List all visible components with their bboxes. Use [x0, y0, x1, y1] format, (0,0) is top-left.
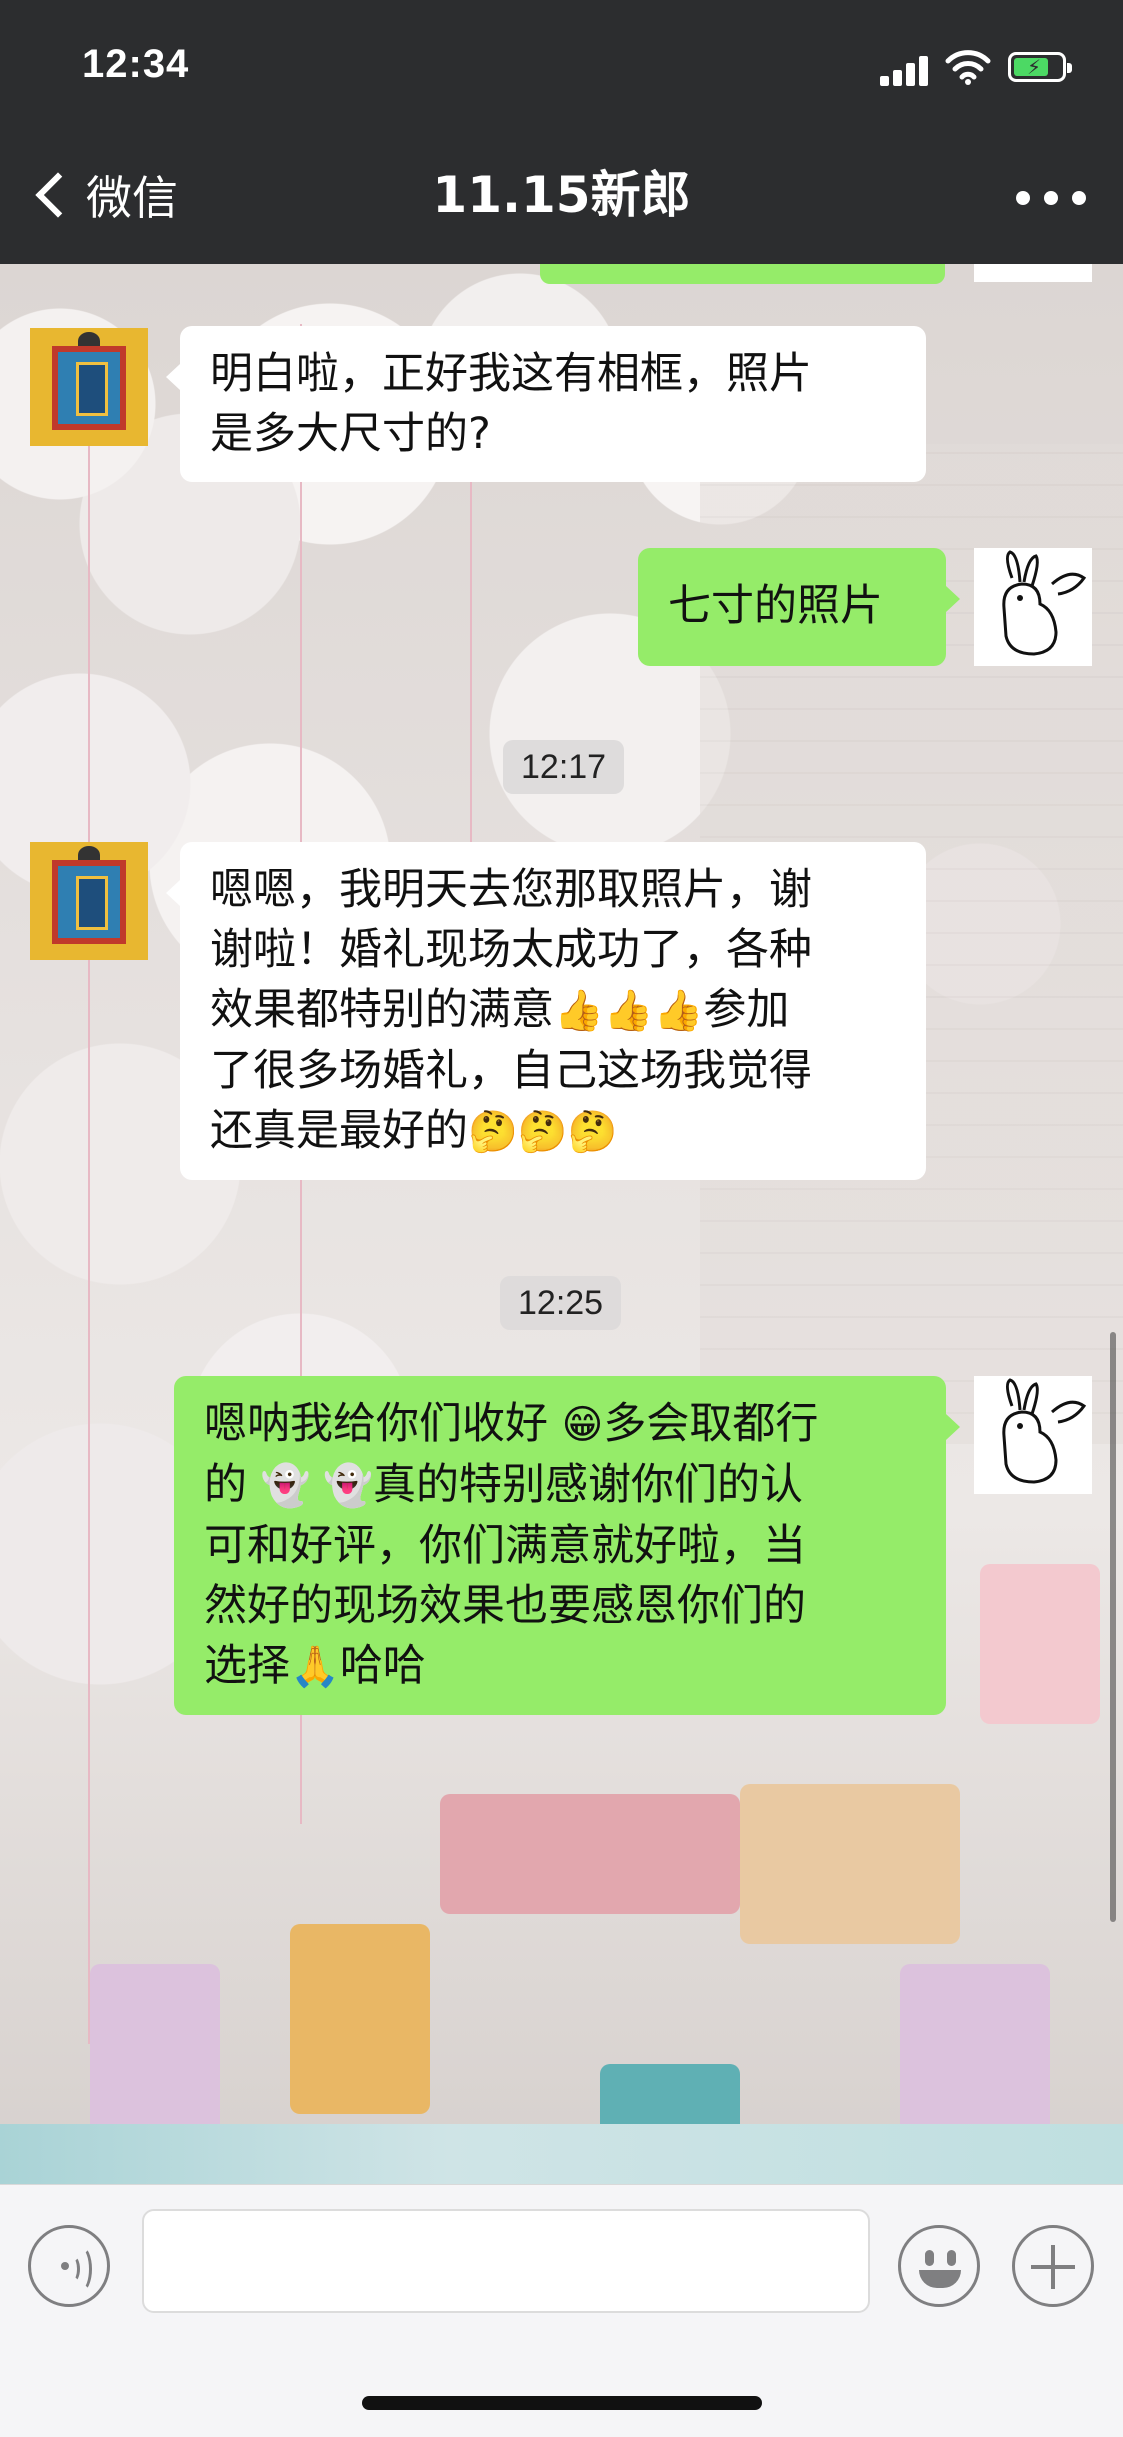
message-text-line: 的 👻 👻真的特别感谢你们的认: [204, 1455, 916, 1516]
rabbit-avatar-image: [1002, 550, 1087, 656]
message-text: 还真是最好的: [210, 1106, 468, 1156]
message-text: 参加: [703, 985, 790, 1035]
message-text: 真的特别感谢你们的认: [373, 1460, 803, 1510]
message-text: 谢啦！婚礼现场太成功了，各种: [210, 925, 812, 975]
message-bubble-sent[interactable]: 嗯呐我给你们收好 😁多会取都行 的 👻 👻真的特别感谢你们的认 可和好评，你们满…: [174, 1376, 960, 1715]
message-text-line: 选择🙏哈哈: [204, 1636, 916, 1697]
ghost-emoji: 👻 👻: [260, 1463, 373, 1509]
thumbs-up-emoji: 👍👍👍: [554, 988, 704, 1034]
message-text: 然好的现场效果也要感恩你们的: [204, 1581, 806, 1631]
message-text: 哈哈: [339, 1641, 426, 1691]
background-cake: [440, 1794, 740, 1914]
background-table: [0, 2124, 1123, 2184]
status-time: 12:34: [82, 42, 190, 86]
scrollbar[interactable]: [1110, 1332, 1116, 1922]
thinking-emoji: 🤔🤔🤔: [468, 1109, 618, 1155]
message-text: 可和好评，你们满意就好啦，当: [204, 1521, 806, 1571]
message-text: 效果都特别的满意: [210, 985, 554, 1035]
timestamp: 12:17: [503, 740, 625, 794]
message-text: 嗯呐我给你们收好: [204, 1399, 562, 1449]
message-text: 的: [204, 1460, 261, 1510]
chat-background: [0, 264, 1123, 2184]
plus-icon[interactable]: [1012, 2225, 1094, 2307]
message-text: 了很多场婚礼，自己这场我觉得: [210, 1046, 812, 1096]
message-bubble-received[interactable]: 嗯嗯，我明天去您那取照片，谢 谢啦！婚礼现场太成功了，各种 效果都特别的满意👍👍…: [166, 842, 926, 1180]
background-cake: [90, 1964, 220, 2134]
home-indicator[interactable]: [362, 2396, 762, 2410]
message-bubble-received[interactable]: 明白啦，正好我这有相框，照片 是多大尺寸的?: [166, 326, 926, 482]
message-text: 是多大尺寸的?: [210, 409, 491, 459]
my-avatar[interactable]: [974, 548, 1092, 666]
message-text: 七寸的照片: [668, 581, 883, 631]
message-input[interactable]: [142, 2209, 870, 2313]
grin-emoji: 😁: [561, 1402, 604, 1448]
message-text-line: 还真是最好的🤔🤔🤔: [210, 1101, 896, 1162]
message-text: 明白啦，正好我这有相框，照片: [210, 349, 812, 399]
cellular-signal-icon: [880, 54, 930, 86]
emoji-icon[interactable]: [898, 2225, 980, 2307]
wifi-icon: [945, 50, 991, 85]
battery-icon: ⚡: [1008, 52, 1072, 82]
message-bubble-sent[interactable]: 七寸的照片: [638, 548, 960, 666]
chat-title: 11.15新郎: [432, 166, 691, 224]
message-text-line: 效果都特别的满意👍👍👍参加: [210, 980, 896, 1041]
background-cake: [980, 1564, 1100, 1724]
background-cake: [740, 1784, 960, 1944]
background-cake: [900, 1964, 1050, 2134]
background-cake: [290, 1924, 430, 2114]
message-text-line: 嗯呐我给你们收好 😁多会取都行: [204, 1394, 916, 1455]
voice-icon[interactable]: [28, 2225, 110, 2307]
balloon-string: [88, 344, 90, 2044]
message-text: 选择: [204, 1641, 290, 1691]
rabbit-avatar-image: [1002, 1378, 1087, 1484]
timestamp: 12:25: [500, 1276, 622, 1330]
my-avatar[interactable]: [974, 1376, 1092, 1494]
contact-avatar[interactable]: [30, 328, 148, 446]
top-bar: 12:34 ⚡ 微信 11.15新郎: [0, 0, 1123, 264]
pray-emoji: 🙏: [290, 1644, 340, 1690]
avatar-partial[interactable]: [974, 264, 1092, 282]
message-bubble-partial[interactable]: [540, 264, 945, 284]
message-text: 嗯嗯，我明天去您那取照片，谢: [210, 865, 812, 915]
more-icon[interactable]: [1016, 180, 1086, 216]
message-text: 多会取都行: [603, 1399, 819, 1449]
contact-avatar[interactable]: [30, 842, 148, 960]
